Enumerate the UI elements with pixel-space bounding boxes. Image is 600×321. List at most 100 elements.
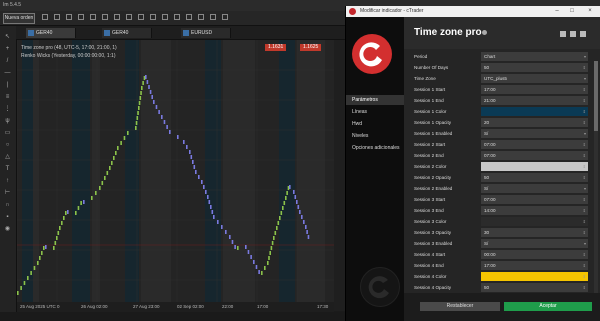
minimize-icon[interactable]: – <box>551 7 563 16</box>
eye-tool-icon[interactable]: ◉ <box>4 226 11 232</box>
buy-price-box[interactable]: 1.1631 <box>265 44 287 51</box>
parameter-input[interactable]: 00:00 ⇕ <box>481 250 588 259</box>
crosshair-icon[interactable] <box>126 14 132 20</box>
chevron-down-icon[interactable]: ▾ <box>584 74 586 83</box>
spinner-icon[interactable]: ⇕ <box>583 195 586 204</box>
chart-type-icon[interactable] <box>42 14 48 20</box>
parameter-input[interactable]: 50 ⇕ <box>481 173 588 182</box>
screenshot-icon[interactable] <box>174 14 180 20</box>
color-picker[interactable]: ⇕ <box>481 162 588 171</box>
lock-tool-icon[interactable]: ▪ <box>4 214 11 220</box>
sell-price-box[interactable]: 1.1625 <box>300 44 322 51</box>
accept-button[interactable]: Aceptar <box>504 302 592 311</box>
spinner-icon[interactable]: ⇕ <box>583 96 586 105</box>
parameter-dropdown[interactable]: Chart ▾ <box>481 52 588 61</box>
spinner-icon[interactable]: ⇕ <box>583 261 586 270</box>
parameter-input[interactable]: 50 ⇕ <box>481 283 588 292</box>
layout-icon[interactable] <box>150 14 156 20</box>
load-template-icon[interactable] <box>570 31 576 37</box>
hline-tool-icon[interactable]: — <box>4 70 11 76</box>
template-icon[interactable] <box>90 14 96 20</box>
nav-opciones[interactable]: Opciones adicionales <box>346 143 404 153</box>
cursor-tool-icon[interactable]: ↖ <box>4 34 11 40</box>
spinner-icon[interactable]: ⇕ <box>583 140 586 149</box>
color-picker[interactable]: ⇕ <box>481 107 588 116</box>
parameter-dropdown[interactable]: Sí ▾ <box>481 184 588 193</box>
draw-icon[interactable] <box>138 14 144 20</box>
parameter-input[interactable]: 07:00 ⇕ <box>481 195 588 204</box>
spinner-icon[interactable]: ⇕ <box>583 206 586 215</box>
fullscreen-icon[interactable] <box>210 14 216 20</box>
reset-icon[interactable] <box>580 31 586 37</box>
measure-tool-icon[interactable]: ⊢ <box>4 190 11 196</box>
nav-parametros[interactable]: Parámetros <box>346 95 404 105</box>
spinner-icon[interactable]: ⇕ <box>583 63 586 72</box>
magnet-tool-icon[interactable]: ∩ <box>4 202 11 208</box>
spinner-icon[interactable]: ⇕ <box>583 217 586 226</box>
zoom-out-icon[interactable] <box>114 14 120 20</box>
new-order-button[interactable]: Nueva orden <box>3 13 35 24</box>
spinner-icon[interactable]: ⇕ <box>583 151 586 160</box>
parameter-input[interactable]: 50 ⇕ <box>481 63 588 72</box>
timeframe-icon[interactable] <box>54 14 60 20</box>
more-icon[interactable] <box>222 14 228 20</box>
nav-lineas[interactable]: Líneas <box>346 107 404 117</box>
link-icon[interactable] <box>162 14 168 20</box>
spinner-icon[interactable]: ⇕ <box>583 173 586 182</box>
zoom-in-icon[interactable] <box>102 14 108 20</box>
grid-icon[interactable] <box>198 14 204 20</box>
scrollbar[interactable] <box>594 61 598 293</box>
spinner-icon[interactable]: ⇕ <box>583 250 586 259</box>
nav-niveles[interactable]: Niveles <box>346 131 404 141</box>
spinner-icon[interactable]: ⇕ <box>583 272 586 281</box>
spinner-icon[interactable]: ⇕ <box>583 283 586 292</box>
ellipse-tool-icon[interactable]: ○ <box>4 142 11 148</box>
pitchfork-tool-icon[interactable]: ψ <box>4 118 11 124</box>
color-picker[interactable]: ⇕ <box>481 272 588 281</box>
chart-canvas[interactable] <box>17 40 334 311</box>
spinner-icon[interactable]: ⇕ <box>583 162 586 171</box>
nav-hwd[interactable]: Hwd <box>346 119 404 129</box>
parameter-dropdown[interactable]: Sí ▾ <box>481 239 588 248</box>
time-axis[interactable]: 25 Aug 2025 UTC 0 26 Aug 02:00 27 Aug 23… <box>17 302 334 312</box>
chevron-down-icon[interactable]: ▾ <box>584 52 586 61</box>
chevron-down-icon[interactable]: ▾ <box>584 184 586 193</box>
maximize-icon[interactable]: □ <box>566 7 578 16</box>
text-tool-icon[interactable]: T <box>4 166 11 172</box>
info-icon[interactable] <box>482 30 487 35</box>
channel-tool-icon[interactable]: ≡ <box>4 94 11 100</box>
crosshair-tool-icon[interactable]: + <box>4 46 11 52</box>
price-scale[interactable] <box>334 40 345 311</box>
candle-icon[interactable] <box>66 14 72 20</box>
save-template-icon[interactable] <box>560 31 566 37</box>
line-tool-icon[interactable]: / <box>4 58 11 64</box>
spinner-icon[interactable]: ⇕ <box>583 118 586 127</box>
rectangle-tool-icon[interactable]: ▭ <box>4 130 11 136</box>
color-picker[interactable]: ⇕ <box>481 217 588 226</box>
chevron-down-icon[interactable]: ▾ <box>584 129 586 138</box>
parameter-input[interactable]: 07:00 ⇕ <box>481 140 588 149</box>
chevron-down-icon[interactable]: ▾ <box>584 239 586 248</box>
scrollbar-thumb[interactable] <box>594 61 598 131</box>
tab-chart-2[interactable]: GER40 <box>102 28 152 38</box>
price-chart[interactable]: Time zone pro (48, UTC-5, 17:00, 21:00, … <box>17 40 334 311</box>
parameter-input[interactable]: 17:00 ⇕ <box>481 261 588 270</box>
spinner-icon[interactable]: ⇕ <box>583 228 586 237</box>
vline-tool-icon[interactable]: | <box>4 82 11 88</box>
parameter-input[interactable]: 21:00 ⇕ <box>481 96 588 105</box>
spinner-icon[interactable]: ⇕ <box>583 85 586 94</box>
restore-button[interactable]: Restablecer <box>420 302 500 311</box>
parameter-input[interactable]: 20 ⇕ <box>481 118 588 127</box>
parameter-dropdown[interactable]: Sí ▾ <box>481 129 588 138</box>
parameter-input[interactable]: 07:00 ⇕ <box>481 151 588 160</box>
settings-icon[interactable] <box>186 14 192 20</box>
triangle-tool-icon[interactable]: △ <box>4 154 11 160</box>
parameter-input[interactable]: 14:00 ⇕ <box>481 206 588 215</box>
parameter-input[interactable]: 30 ⇕ <box>481 228 588 237</box>
fib-tool-icon[interactable]: ⋮ <box>4 106 11 112</box>
indicator-icon[interactable] <box>78 14 84 20</box>
spinner-icon[interactable]: ⇕ <box>583 107 586 116</box>
parameter-input[interactable]: 17:00 ⇕ <box>481 85 588 94</box>
parameter-dropdown[interactable]: UTC_plus5 ▾ <box>481 74 588 83</box>
arrow-tool-icon[interactable]: ↑ <box>4 178 11 184</box>
